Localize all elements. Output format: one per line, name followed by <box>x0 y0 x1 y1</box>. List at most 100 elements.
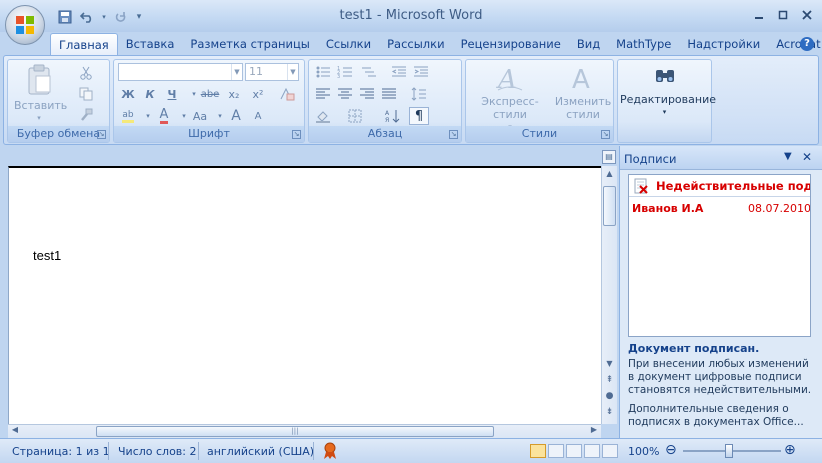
change-styles-button[interactable]: A Изменить стили <box>554 64 612 121</box>
vertical-scrollbar[interactable]: ▲ ▼ ⇞ ● ⇟ <box>601 166 617 424</box>
change-case-button[interactable]: Aa <box>190 107 210 125</box>
tab-view[interactable]: Вид <box>569 33 608 55</box>
ribbon: Вставить ▾ Буфер обмена ↘ ▼ 11 ▼ Ж К Ч ▾… <box>3 55 819 145</box>
bold-button[interactable]: Ж <box>118 85 138 103</box>
horizontal-scroll-thumb[interactable]: ||| <box>96 426 494 437</box>
borders-icon[interactable] <box>345 107 365 125</box>
document-text[interactable]: test1 <box>33 248 61 263</box>
clipboard-group: Вставить ▾ Буфер обмена ↘ <box>7 59 110 143</box>
outline-view-icon[interactable] <box>584 444 600 458</box>
editing-button[interactable]: Редактирование ▾ <box>620 64 716 119</box>
page-count[interactable]: Страница: 1 из 1 <box>12 445 110 458</box>
print-layout-view-icon[interactable] <box>530 444 546 458</box>
document-page[interactable]: test1 <box>8 166 601 424</box>
font-size-combo[interactable]: 11 ▼ <box>245 63 299 81</box>
status-separator <box>313 442 314 460</box>
clipboard-launcher-icon[interactable]: ↘ <box>97 130 106 139</box>
more-info-link[interactable]: Дополнительные сведения о подписях в док… <box>628 403 814 429</box>
invalid-signatures-label: Недействительные подписи <box>656 179 811 193</box>
strikethrough-button[interactable]: abe <box>200 85 220 103</box>
scroll-left-icon[interactable]: ◀ <box>8 423 22 437</box>
tab-insert[interactable]: Вставка <box>118 33 183 55</box>
next-page-icon[interactable]: ⇟ <box>602 404 617 420</box>
font-size-dropdown-icon[interactable]: ▼ <box>287 64 298 80</box>
help-icon[interactable]: ? <box>800 37 814 51</box>
maximize-icon[interactable] <box>772 6 794 24</box>
signature-status-icon[interactable] <box>322 442 338 463</box>
scroll-up-icon[interactable]: ▲ <box>602 166 617 182</box>
tab-references[interactable]: Ссылки <box>318 33 379 55</box>
align-left-icon[interactable] <box>313 85 333 103</box>
styles-launcher-icon[interactable]: ↘ <box>601 130 610 139</box>
styles-group-label: Стили <box>466 126 613 142</box>
clipboard-group-label: Буфер обмена <box>8 126 109 142</box>
font-launcher-icon[interactable]: ↘ <box>292 130 301 139</box>
zoom-slider-thumb[interactable] <box>725 444 733 458</box>
signature-status: Документ подписан. <box>628 342 760 355</box>
copy-icon[interactable] <box>76 85 96 103</box>
quick-styles-button[interactable]: A Экспресс-стили ▾ <box>470 64 550 134</box>
close-icon[interactable] <box>796 6 818 24</box>
invalid-signature-icon <box>633 178 649 194</box>
font-name-dropdown-icon[interactable]: ▼ <box>231 64 242 80</box>
ruler-toggle-icon[interactable]: ▤ <box>602 150 616 164</box>
signer-name[interactable]: Иванов И.А <box>632 202 703 215</box>
office-button[interactable] <box>5 5 45 45</box>
clear-formatting-icon[interactable] <box>277 85 297 103</box>
full-screen-view-icon[interactable] <box>548 444 564 458</box>
editing-group: Редактирование ▾ <box>617 59 716 143</box>
svg-text:А: А <box>385 110 390 117</box>
zoom-in-button[interactable]: ⊕ <box>784 442 796 458</box>
format-painter-icon[interactable] <box>76 106 96 124</box>
scroll-down-icon[interactable]: ▼ <box>602 356 617 372</box>
subscript-button[interactable]: x₂ <box>224 85 244 103</box>
status-separator <box>198 442 199 460</box>
font-name-combo[interactable]: ▼ <box>118 63 243 81</box>
bullets-icon[interactable] <box>313 63 333 81</box>
align-center-icon[interactable] <box>335 85 355 103</box>
grow-font-button[interactable]: A <box>226 107 246 125</box>
tab-review[interactable]: Рецензирование <box>453 33 569 55</box>
font-color-button[interactable]: A <box>154 107 174 125</box>
highlight-button[interactable]: ab <box>118 107 138 125</box>
word-count[interactable]: Число слов: 2 <box>118 445 197 458</box>
paste-button[interactable]: Вставить ▾ <box>14 64 68 125</box>
paragraph-launcher-icon[interactable]: ↘ <box>449 130 458 139</box>
paste-label: Вставить <box>14 99 68 112</box>
decrease-indent-icon[interactable] <box>389 63 409 81</box>
multilevel-list-icon[interactable] <box>359 63 379 81</box>
draft-view-icon[interactable] <box>602 444 618 458</box>
pane-options-icon[interactable]: ▼ <box>784 151 792 162</box>
increase-indent-icon[interactable] <box>411 63 431 81</box>
align-right-icon[interactable] <box>357 85 377 103</box>
scroll-right-icon[interactable]: ▶ <box>587 423 601 437</box>
previous-page-icon[interactable]: ⇞ <box>602 372 617 388</box>
superscript-button[interactable]: x² <box>248 85 268 103</box>
justify-icon[interactable] <box>379 85 399 103</box>
signature-warning: При внесении любых изменений в документ … <box>628 358 812 396</box>
horizontal-scrollbar[interactable]: ◀ ||| ▶ <box>8 424 601 438</box>
tab-page-layout[interactable]: Разметка страницы <box>182 33 317 55</box>
tab-home[interactable]: Главная <box>50 33 118 55</box>
tab-mailings[interactable]: Рассылки <box>379 33 452 55</box>
tab-mathtype[interactable]: MathType <box>608 33 679 55</box>
shading-icon[interactable] <box>313 107 333 125</box>
pane-close-icon[interactable]: ✕ <box>802 150 812 164</box>
web-layout-view-icon[interactable] <box>566 444 582 458</box>
vertical-scroll-thumb[interactable] <box>603 186 616 226</box>
line-spacing-icon[interactable] <box>409 85 429 103</box>
zoom-out-button[interactable]: ⊖ <box>665 442 677 458</box>
paste-dropdown-icon: ▾ <box>37 114 41 122</box>
numbering-icon[interactable]: 123 <box>335 63 355 81</box>
italic-button[interactable]: К <box>140 85 160 103</box>
sort-icon[interactable]: АЯ <box>383 107 403 125</box>
shrink-font-button[interactable]: A <box>248 107 268 125</box>
cut-icon[interactable] <box>76 64 96 82</box>
tab-addins[interactable]: Надстройки <box>679 33 768 55</box>
underline-button[interactable]: Ч <box>162 85 182 103</box>
zoom-level[interactable]: 100% <box>628 445 659 458</box>
show-marks-button[interactable]: ¶ <box>409 107 429 125</box>
language[interactable]: английский (США) <box>207 445 314 458</box>
minimize-icon[interactable] <box>748 6 770 24</box>
browse-object-icon[interactable]: ● <box>602 388 617 404</box>
